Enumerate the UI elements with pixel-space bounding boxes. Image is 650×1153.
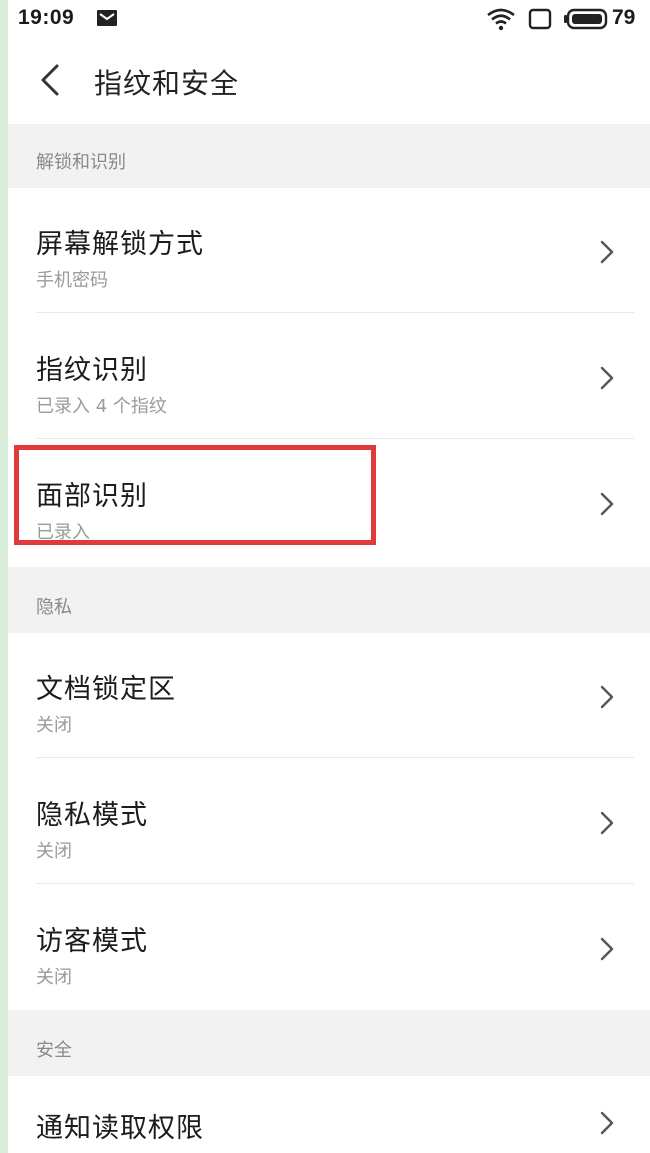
item-subtitle: 手机密码	[36, 270, 108, 291]
chevron-right-icon	[600, 492, 614, 520]
item-title: 访客模式	[36, 926, 148, 957]
section-header-security: 安全	[8, 1010, 650, 1076]
section-header-label: 解锁和识别	[36, 152, 126, 173]
page-header: 指纹和安全	[8, 38, 650, 124]
list-item-guest-mode[interactable]: 访客模式 关闭	[8, 885, 650, 1010]
item-title: 文档锁定区	[36, 674, 176, 705]
status-time: 19:09	[18, 6, 75, 29]
section-header-privacy: 隐私	[8, 567, 650, 633]
list-item-face-recognition[interactable]: 面部识别 已录入	[8, 440, 650, 565]
status-bar: 19:09 79	[8, 0, 650, 38]
item-title: 通知读取权限	[36, 1113, 204, 1144]
message-icon	[96, 9, 118, 31]
divider	[36, 883, 634, 884]
chevron-right-icon	[600, 366, 614, 394]
item-title: 面部识别	[36, 481, 148, 512]
battery-level: 79	[612, 6, 636, 29]
wifi-icon	[486, 7, 516, 35]
list-item-document-lock[interactable]: 文档锁定区 关闭	[8, 633, 650, 758]
chevron-right-icon	[600, 811, 614, 839]
list-item-screen-lock[interactable]: 屏幕解锁方式 手机密码	[8, 188, 650, 313]
item-subtitle: 已录入	[36, 522, 90, 543]
item-subtitle: 已录入 4 个指纹	[36, 396, 167, 417]
item-subtitle: 关闭	[36, 841, 72, 862]
list-item-notification-access[interactable]: 通知读取权限	[8, 1076, 650, 1153]
divider	[36, 757, 634, 758]
list-item-privacy-mode[interactable]: 隐私模式 关闭	[8, 759, 650, 884]
page-title: 指纹和安全	[94, 67, 240, 100]
list-item-fingerprint[interactable]: 指纹识别 已录入 4 个指纹	[8, 314, 650, 439]
item-subtitle: 关闭	[36, 967, 72, 988]
item-title: 隐私模式	[36, 800, 148, 831]
item-title: 指纹识别	[36, 355, 148, 386]
chevron-right-icon	[600, 240, 614, 268]
chevron-left-icon	[41, 64, 59, 96]
section-header-label: 安全	[36, 1040, 72, 1061]
divider	[36, 312, 634, 313]
item-subtitle: 关闭	[36, 715, 72, 736]
item-title: 屏幕解锁方式	[36, 229, 204, 260]
screen-icon	[528, 8, 552, 34]
section-header-unlock: 解锁和识别	[8, 124, 650, 188]
chevron-right-icon	[600, 937, 614, 965]
chevron-right-icon	[600, 1111, 614, 1139]
back-button[interactable]	[30, 58, 74, 102]
section-header-label: 隐私	[36, 597, 72, 618]
chevron-right-icon	[600, 685, 614, 713]
battery-icon	[564, 8, 608, 34]
phone-screen: 19:09 79 指纹和安全 解锁和识别 屏幕解锁方式 手机密码 指纹识别 已录…	[8, 0, 650, 1153]
divider	[36, 438, 634, 439]
